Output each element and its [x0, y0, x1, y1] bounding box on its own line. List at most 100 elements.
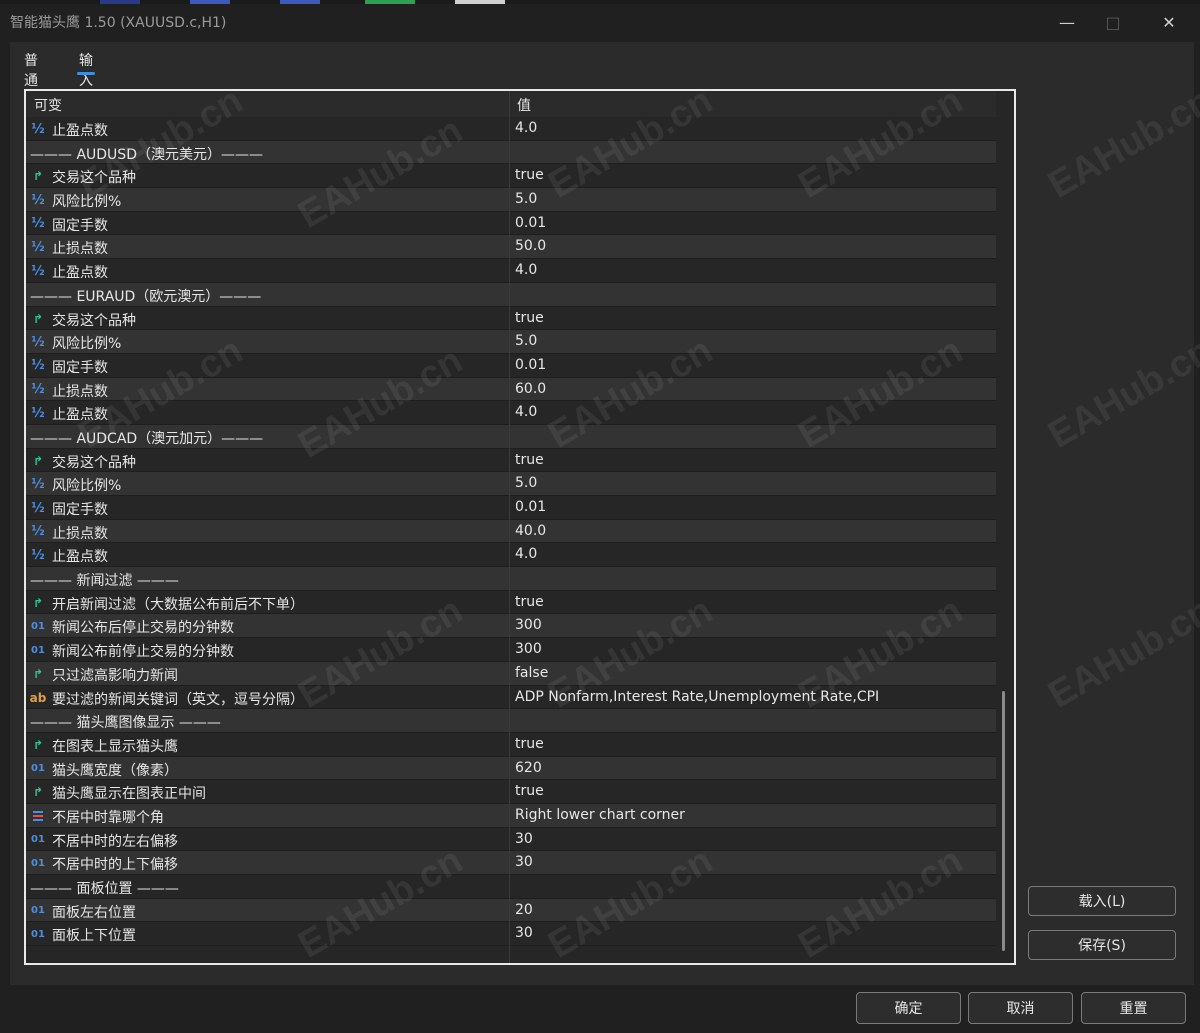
table-row[interactable]: ↱ 猫头鹰显示在图表正中间 true	[26, 780, 996, 804]
table-row[interactable]: ½ 固定手数 0.01	[26, 353, 996, 378]
row-value[interactable]: 30	[515, 854, 533, 870]
ok-button[interactable]: 确定	[856, 992, 961, 1024]
row-value[interactable]: 20	[515, 902, 533, 918]
table-row[interactable]: 01 新闻公布前停止交易的分钟数 300	[26, 638, 996, 662]
row-value[interactable]: 4.0	[515, 262, 537, 278]
table-row[interactable]: ↱ 交易这个品种 true	[26, 164, 996, 189]
row-value[interactable]: 4.0	[515, 404, 537, 420]
row-value[interactable]: 300	[515, 641, 542, 657]
row-name: 只过滤高影响力新闻	[52, 667, 178, 684]
bool-arrow-icon: ↱	[32, 453, 44, 468]
section-separator-row[interactable]: ——— 猫头鹰图像显示 ———	[26, 709, 996, 733]
tab-common[interactable]: 普通	[24, 50, 38, 90]
row-name: 交易这个品种	[52, 170, 136, 187]
table-row[interactable]: ↱ 交易这个品种 true	[26, 448, 996, 473]
section-separator-row[interactable]: ——— AUDCAD（澳元加元）———	[26, 424, 996, 449]
row-value[interactable]: 300	[515, 617, 542, 633]
row-value[interactable]: 5.0	[515, 475, 537, 491]
table-row[interactable]: 01 面板上下位置 30	[26, 922, 996, 947]
table-row[interactable]: ½ 止盈点数 4.0	[26, 259, 996, 283]
row-value[interactable]: 50.0	[515, 238, 546, 254]
row-value[interactable]: 4.0	[515, 120, 537, 136]
maximize-icon[interactable]: □	[1090, 8, 1136, 36]
row-value[interactable]: 30	[515, 831, 533, 847]
table-row[interactable]: 不居中时靠哪个角 Right lower chart corner	[26, 803, 996, 828]
row-value[interactable]: 4.0	[515, 546, 537, 562]
row-name: 不居中时的上下偏移	[52, 857, 178, 874]
row-value[interactable]: ADP Nonfarm,Interest Rate,Unemployment R…	[515, 689, 879, 705]
bool-arrow-icon: ↱	[32, 737, 44, 752]
table-row[interactable]: ↱ 开启新闻过滤（大数据公布前后不下单） true	[26, 590, 996, 615]
row-name: 风险比例%	[52, 336, 122, 353]
row-name: 开启新闻过滤（大数据公布前后不下单）	[52, 596, 304, 613]
row-name: 要过滤的新闻关键词（英文，逗号分隔）	[52, 691, 304, 708]
row-value[interactable]: 0.01	[515, 215, 546, 231]
table-row[interactable]: 01 不居中时的上下偏移 30	[26, 851, 996, 875]
row-name: 止盈点数	[52, 265, 108, 282]
row-value[interactable]: true	[515, 736, 544, 752]
table-row[interactable]: ½ 固定手数 0.01	[26, 496, 996, 520]
table-row[interactable]: ½ 止盈点数 4.0	[26, 117, 996, 141]
bool-arrow-icon: ↱	[32, 785, 44, 800]
row-value[interactable]: true	[515, 452, 544, 468]
watermark: EAHub.cn	[1041, 589, 1200, 717]
integer-icon: 01	[31, 763, 45, 775]
row-value[interactable]: 60.0	[515, 381, 546, 397]
fraction-icon: ½	[31, 239, 45, 255]
row-value[interactable]: Right lower chart corner	[515, 807, 685, 823]
row-value[interactable]: true	[515, 167, 544, 183]
row-value[interactable]: 620	[515, 760, 542, 776]
row-value[interactable]: true	[515, 310, 544, 326]
table-row[interactable]: ab 要过滤的新闻关键词（英文，逗号分隔） ADP Nonfarm,Interest…	[26, 685, 996, 710]
row-name: 交易这个品种	[52, 454, 136, 471]
table-row[interactable]: ↱ 只过滤高影响力新闻 false	[26, 661, 996, 686]
table-row[interactable]: ½ 止盈点数 4.0	[26, 401, 996, 425]
integer-icon: 01	[31, 644, 45, 656]
cancel-button[interactable]: 取消	[968, 992, 1073, 1024]
row-value[interactable]: 30	[515, 925, 533, 941]
integer-icon: 01	[31, 857, 45, 869]
table-row[interactable]: ½ 风险比例% 5.0	[26, 330, 996, 354]
vertical-scrollbar[interactable]	[1002, 691, 1005, 951]
fraction-icon: ½	[31, 524, 45, 540]
table-row[interactable]: 01 面板左右位置 20	[26, 898, 996, 923]
reset-button[interactable]: 重置	[1081, 992, 1186, 1024]
fraction-icon: ½	[31, 192, 45, 208]
table-row[interactable]: ↱ 在图表上显示猫头鹰 true	[26, 732, 996, 757]
load-button[interactable]: 载入(L)	[1028, 886, 1176, 916]
row-name: ——— 新闻过滤 ———	[30, 573, 179, 590]
row-value[interactable]: true	[515, 594, 544, 610]
table-row[interactable]: ½ 风险比例% 5.0	[26, 472, 996, 496]
close-icon[interactable]: ✕	[1146, 8, 1192, 36]
row-name: 面板左右位置	[52, 904, 136, 921]
row-value[interactable]: 0.01	[515, 499, 546, 515]
section-separator-row[interactable]: ——— AUDUSD（澳元美元）———	[26, 140, 996, 165]
row-value[interactable]: 5.0	[515, 191, 537, 207]
table-row[interactable]: ½ 止损点数 60.0	[26, 377, 996, 402]
row-name: 面板上下位置	[52, 928, 136, 945]
row-value[interactable]: 0.01	[515, 357, 546, 373]
table-row[interactable]: ½ 止损点数 40.0	[26, 519, 996, 544]
row-value[interactable]: 5.0	[515, 333, 537, 349]
row-value[interactable]: false	[515, 665, 548, 681]
window-title: 智能猫头鹰 1.50 (XAUUSD.c,H1)	[10, 15, 227, 31]
table-row[interactable]: ↱ 交易这个品种 true	[26, 306, 996, 331]
table-row[interactable]: 01 新闻公布后停止交易的分钟数 300	[26, 614, 996, 639]
save-button[interactable]: 保存(S)	[1028, 930, 1176, 960]
row-value[interactable]: true	[515, 783, 544, 799]
table-row[interactable]: ½ 风险比例% 5.0	[26, 188, 996, 212]
table-row[interactable]: 01 猫头鹰宽度（像素） 620	[26, 756, 996, 781]
table-row[interactable]: ½ 固定手数 0.01	[26, 211, 996, 236]
minimize-icon[interactable]: —	[1044, 8, 1090, 36]
table-row[interactable]: ½ 止损点数 50.0	[26, 235, 996, 260]
table-row[interactable]: ½ 止盈点数 4.0	[26, 543, 996, 568]
section-separator-row[interactable]: ——— EURAUD（欧元澳元）———	[26, 282, 996, 307]
section-separator-row[interactable]: ——— 面板位置 ———	[26, 875, 996, 899]
row-name: 固定手数	[52, 502, 108, 518]
table-row[interactable]: 01 不居中时的左右偏移 30	[26, 827, 996, 852]
header-value[interactable]: 值	[517, 95, 531, 115]
header-variable[interactable]: 可变	[34, 95, 62, 115]
row-value[interactable]: 40.0	[515, 523, 546, 539]
tab-inputs[interactable]: 输入	[77, 50, 95, 90]
section-separator-row[interactable]: ——— 新闻过滤 ———	[26, 567, 996, 591]
